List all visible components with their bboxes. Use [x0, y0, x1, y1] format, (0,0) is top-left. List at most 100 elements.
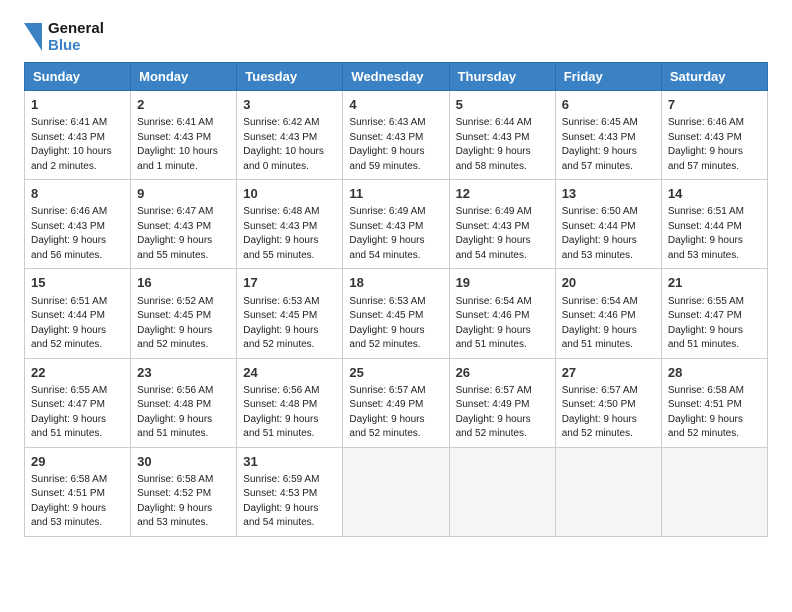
calendar-cell: 29 Sunrise: 6:58 AMSunset: 4:51 PMDayligh…	[25, 447, 131, 536]
calendar-cell: 15Sunrise: 6:51 AMSunset: 4:44 PMDayligh…	[25, 269, 131, 358]
day-number: 31	[243, 453, 336, 471]
calendar-cell: 19 Sunrise: 6:54 AMSunset: 4:46 PMDayligh…	[449, 269, 555, 358]
day-header-friday: Friday	[555, 63, 661, 91]
day-info: Sunrise: 6:49 AMSunset: 4:43 PMDaylight:…	[456, 205, 549, 263]
calendar-cell: 25 Sunrise: 6:57 AMSunset: 4:49 PMDayligh…	[343, 358, 449, 447]
calendar-cell: 2Sunrise: 6:41 AMSunset: 4:43 PMDaylight…	[131, 91, 237, 180]
day-info: Sunrise: 6:59 AMSunset: 4:53 PMDaylight:…	[243, 473, 336, 531]
day-info: Sunrise: 6:56 AMSunset: 4:48 PMDaylight:…	[243, 384, 336, 442]
day-number: 11	[349, 185, 442, 203]
day-number: 10	[243, 185, 336, 203]
day-number: 8	[31, 185, 124, 203]
calendar-cell: 4 Sunrise: 6:43 AMSunset: 4:43 PMDaylight…	[343, 91, 449, 180]
calendar-cell: 26 Sunrise: 6:57 AMSunset: 4:49 PMDayligh…	[449, 358, 555, 447]
day-number: 4	[349, 96, 442, 114]
logo-triangle-icon	[24, 23, 42, 51]
day-info: Sunrise: 6:48 AMSunset: 4:43 PMDaylight:…	[243, 205, 336, 263]
day-number: 26	[456, 364, 549, 382]
day-info: Sunrise: 6:57 AMSunset: 4:49 PMDaylight:…	[456, 384, 549, 442]
day-number: 7	[668, 96, 761, 114]
day-info: Sunrise: 6:42 AMSunset: 4:43 PMDaylight:…	[243, 116, 336, 174]
calendar-cell: 3 Sunrise: 6:42 AMSunset: 4:43 PMDaylight…	[237, 91, 343, 180]
day-info: Sunrise: 6:45 AMSunset: 4:43 PMDaylight:…	[562, 116, 655, 174]
day-number: 16	[137, 274, 230, 292]
day-info: Sunrise: 6:54 AMSunset: 4:46 PMDaylight:…	[456, 295, 549, 353]
day-info: Sunrise: 6:56 AMSunset: 4:48 PMDaylight:…	[137, 384, 230, 442]
day-number: 22	[31, 364, 124, 382]
day-number: 12	[456, 185, 549, 203]
day-number: 23	[137, 364, 230, 382]
calendar-cell: 13 Sunrise: 6:50 AMSunset: 4:44 PMDayligh…	[555, 180, 661, 269]
day-number: 5	[456, 96, 549, 114]
day-info: Sunrise: 6:43 AMSunset: 4:43 PMDaylight:…	[349, 116, 442, 174]
day-number: 29	[31, 453, 124, 471]
calendar-cell: 12 Sunrise: 6:49 AMSunset: 4:43 PMDayligh…	[449, 180, 555, 269]
day-header-tuesday: Tuesday	[237, 63, 343, 91]
calendar-cell: 27 Sunrise: 6:57 AMSunset: 4:50 PMDayligh…	[555, 358, 661, 447]
day-number: 25	[349, 364, 442, 382]
day-info: Sunrise: 6:58 AMSunset: 4:51 PMDaylight:…	[668, 384, 761, 442]
calendar-cell	[343, 447, 449, 536]
day-info: Sunrise: 6:58 AMSunset: 4:51 PMDaylight:…	[31, 473, 124, 531]
calendar-header-row: SundayMondayTuesdayWednesdayThursdayFrid…	[25, 63, 768, 91]
calendar-cell: 16 Sunrise: 6:52 AMSunset: 4:45 PMDayligh…	[131, 269, 237, 358]
day-number: 28	[668, 364, 761, 382]
day-number: 15	[31, 274, 124, 292]
day-info: Sunrise: 6:57 AMSunset: 4:49 PMDaylight:…	[349, 384, 442, 442]
day-info: Sunrise: 6:50 AMSunset: 4:44 PMDaylight:…	[562, 205, 655, 263]
day-number: 30	[137, 453, 230, 471]
calendar-week-row: 29 Sunrise: 6:58 AMSunset: 4:51 PMDayligh…	[25, 447, 768, 536]
day-header-saturday: Saturday	[661, 63, 767, 91]
calendar-cell	[555, 447, 661, 536]
logo: GeneralBlue	[24, 20, 104, 54]
day-info: Sunrise: 6:46 AMSunset: 4:43 PMDaylight:…	[668, 116, 761, 174]
calendar-cell: 20 Sunrise: 6:54 AMSunset: 4:46 PMDayligh…	[555, 269, 661, 358]
day-header-monday: Monday	[131, 63, 237, 91]
calendar-cell	[661, 447, 767, 536]
day-info: Sunrise: 6:58 AMSunset: 4:52 PMDaylight:…	[137, 473, 230, 531]
day-info: Sunrise: 6:54 AMSunset: 4:46 PMDaylight:…	[562, 295, 655, 353]
calendar-cell: 24 Sunrise: 6:56 AMSunset: 4:48 PMDayligh…	[237, 358, 343, 447]
day-number: 19	[456, 274, 549, 292]
day-info: Sunrise: 6:41 AMSunset: 4:43 PMDaylight:…	[137, 116, 230, 174]
day-number: 24	[243, 364, 336, 382]
day-number: 14	[668, 185, 761, 203]
day-header-wednesday: Wednesday	[343, 63, 449, 91]
day-info: Sunrise: 6:46 AMSunset: 4:43 PMDaylight:…	[31, 205, 124, 263]
calendar-week-row: 22Sunrise: 6:55 AMSunset: 4:47 PMDayligh…	[25, 358, 768, 447]
calendar-cell	[449, 447, 555, 536]
calendar-cell: 7 Sunrise: 6:46 AMSunset: 4:43 PMDaylight…	[661, 91, 767, 180]
day-number: 13	[562, 185, 655, 203]
calendar-cell: 8 Sunrise: 6:46 AMSunset: 4:43 PMDaylight…	[25, 180, 131, 269]
calendar-cell: 21Sunrise: 6:55 AMSunset: 4:47 PMDayligh…	[661, 269, 767, 358]
day-number: 27	[562, 364, 655, 382]
calendar-cell: 1Sunrise: 6:41 AMSunset: 4:43 PMDaylight…	[25, 91, 131, 180]
day-info: Sunrise: 6:49 AMSunset: 4:43 PMDaylight:…	[349, 205, 442, 263]
day-info: Sunrise: 6:44 AMSunset: 4:43 PMDaylight:…	[456, 116, 549, 174]
calendar-cell: 30 Sunrise: 6:58 AMSunset: 4:52 PMDayligh…	[131, 447, 237, 536]
page-header: GeneralBlue	[24, 20, 768, 54]
day-header-sunday: Sunday	[25, 63, 131, 91]
day-info: Sunrise: 6:41 AMSunset: 4:43 PMDaylight:…	[31, 116, 124, 174]
logo-general: General	[48, 20, 104, 37]
day-info: Sunrise: 6:47 AMSunset: 4:43 PMDaylight:…	[137, 205, 230, 263]
day-number: 18	[349, 274, 442, 292]
calendar-week-row: 8 Sunrise: 6:46 AMSunset: 4:43 PMDaylight…	[25, 180, 768, 269]
calendar-cell: 28 Sunrise: 6:58 AMSunset: 4:51 PMDayligh…	[661, 358, 767, 447]
day-number: 20	[562, 274, 655, 292]
calendar-cell: 31 Sunrise: 6:59 AMSunset: 4:53 PMDayligh…	[237, 447, 343, 536]
day-info: Sunrise: 6:53 AMSunset: 4:45 PMDaylight:…	[243, 295, 336, 353]
calendar-cell: 17Sunrise: 6:53 AMSunset: 4:45 PMDayligh…	[237, 269, 343, 358]
calendar-cell: 10 Sunrise: 6:48 AMSunset: 4:43 PMDayligh…	[237, 180, 343, 269]
day-number: 3	[243, 96, 336, 114]
day-info: Sunrise: 6:55 AMSunset: 4:47 PMDaylight:…	[668, 295, 761, 353]
day-info: Sunrise: 6:51 AMSunset: 4:44 PMDaylight:…	[668, 205, 761, 263]
calendar-cell: 23 Sunrise: 6:56 AMSunset: 4:48 PMDayligh…	[131, 358, 237, 447]
calendar-cell: 14 Sunrise: 6:51 AMSunset: 4:44 PMDayligh…	[661, 180, 767, 269]
day-info: Sunrise: 6:53 AMSunset: 4:45 PMDaylight:…	[349, 295, 442, 353]
day-info: Sunrise: 6:57 AMSunset: 4:50 PMDaylight:…	[562, 384, 655, 442]
day-header-thursday: Thursday	[449, 63, 555, 91]
day-info: Sunrise: 6:52 AMSunset: 4:45 PMDaylight:…	[137, 295, 230, 353]
calendar-cell: 6Sunrise: 6:45 AMSunset: 4:43 PMDaylight…	[555, 91, 661, 180]
day-number: 9	[137, 185, 230, 203]
